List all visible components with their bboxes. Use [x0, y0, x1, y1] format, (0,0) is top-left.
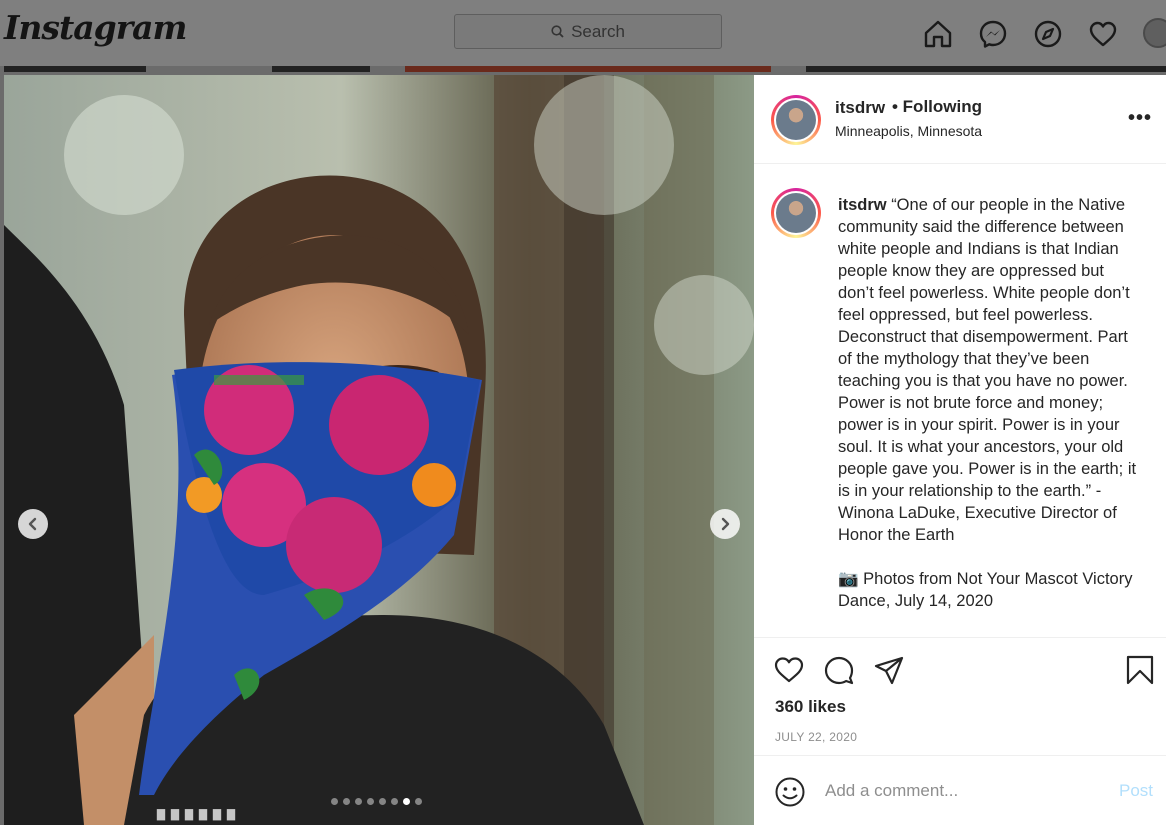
more-options-icon[interactable]: •••: [1128, 107, 1152, 130]
post-date[interactable]: JULY 22, 2020: [775, 730, 857, 744]
post-location[interactable]: Minneapolis, Minnesota: [835, 123, 982, 139]
instagram-logo[interactable]: Instagram: [4, 8, 187, 47]
carousel-dot: [379, 798, 386, 805]
credit-text: Photos from Not Your Mascot Victory Danc…: [838, 570, 1133, 610]
emoji-smile-icon[interactable]: [774, 776, 806, 808]
carousel-dot: [355, 798, 362, 805]
caption-credit: 📷 Photos from Not Your Mascot Victory Da…: [838, 568, 1143, 612]
like-heart-icon[interactable]: [773, 654, 805, 686]
feed-image-edge: [272, 66, 370, 72]
activity-heart-icon[interactable]: [1087, 18, 1119, 50]
post-actions: 360 likes JULY 22, 2020: [754, 637, 1166, 755]
post-comment-button[interactable]: Post: [1119, 781, 1153, 801]
carousel-dot: [367, 798, 374, 805]
carousel-dot: [331, 798, 338, 805]
author-username[interactable]: itsdrw: [835, 98, 885, 118]
like-count[interactable]: 360 likes: [775, 697, 846, 717]
comment-input[interactable]: [825, 781, 1105, 801]
svg-text:∎∎∎∎∎∎: ∎∎∎∎∎∎: [154, 800, 238, 825]
save-bookmark-icon[interactable]: [1124, 654, 1156, 686]
search-box[interactable]: Search: [454, 14, 722, 49]
feed-image-edge: [405, 66, 771, 72]
carousel-dot-active: [403, 798, 410, 805]
carousel-dot: [391, 798, 398, 805]
search-placeholder: Search: [571, 21, 625, 41]
feed-image-edge: [4, 66, 146, 72]
explore-compass-icon[interactable]: [1032, 18, 1064, 50]
post-caption: itsdrw “One of our people in the Native …: [838, 194, 1143, 612]
chevron-left-icon: [28, 517, 37, 531]
post-header: itsdrw • Following Minneapolis, Minnesot…: [754, 75, 1166, 164]
post-details-panel: itsdrw • Following Minneapolis, Minnesot…: [754, 75, 1166, 825]
caption-author-avatar[interactable]: [771, 188, 821, 238]
camera-icon: 📷: [838, 570, 859, 588]
search-icon: [551, 25, 564, 38]
caption-username[interactable]: itsdrw: [838, 196, 887, 214]
following-status[interactable]: • Following: [892, 97, 982, 117]
post-photo[interactable]: ∎∎∎∎∎∎: [4, 75, 754, 825]
messenger-icon[interactable]: [977, 18, 1009, 50]
top-navigation-bar: Instagram Search: [0, 0, 1166, 66]
carousel-dot: [343, 798, 350, 805]
share-paper-plane-icon[interactable]: [873, 654, 905, 686]
nav-icons: [922, 18, 1119, 50]
carousel-dot: [415, 798, 422, 805]
comment-bar: Post: [754, 755, 1166, 825]
caption-text: “One of our people in the Native communi…: [838, 196, 1137, 544]
post-image-illustration: ∎∎∎∎∎∎: [4, 75, 754, 825]
previous-slide-button[interactable]: [18, 509, 48, 539]
feed-image-edge: [806, 66, 1166, 72]
author-avatar[interactable]: [771, 95, 821, 145]
home-icon[interactable]: [922, 18, 954, 50]
profile-avatar[interactable]: [1143, 18, 1166, 48]
comment-bubble-icon[interactable]: [823, 654, 855, 686]
carousel-indicator: [331, 798, 422, 805]
next-slide-button[interactable]: [710, 509, 740, 539]
chevron-right-icon: [721, 517, 730, 531]
